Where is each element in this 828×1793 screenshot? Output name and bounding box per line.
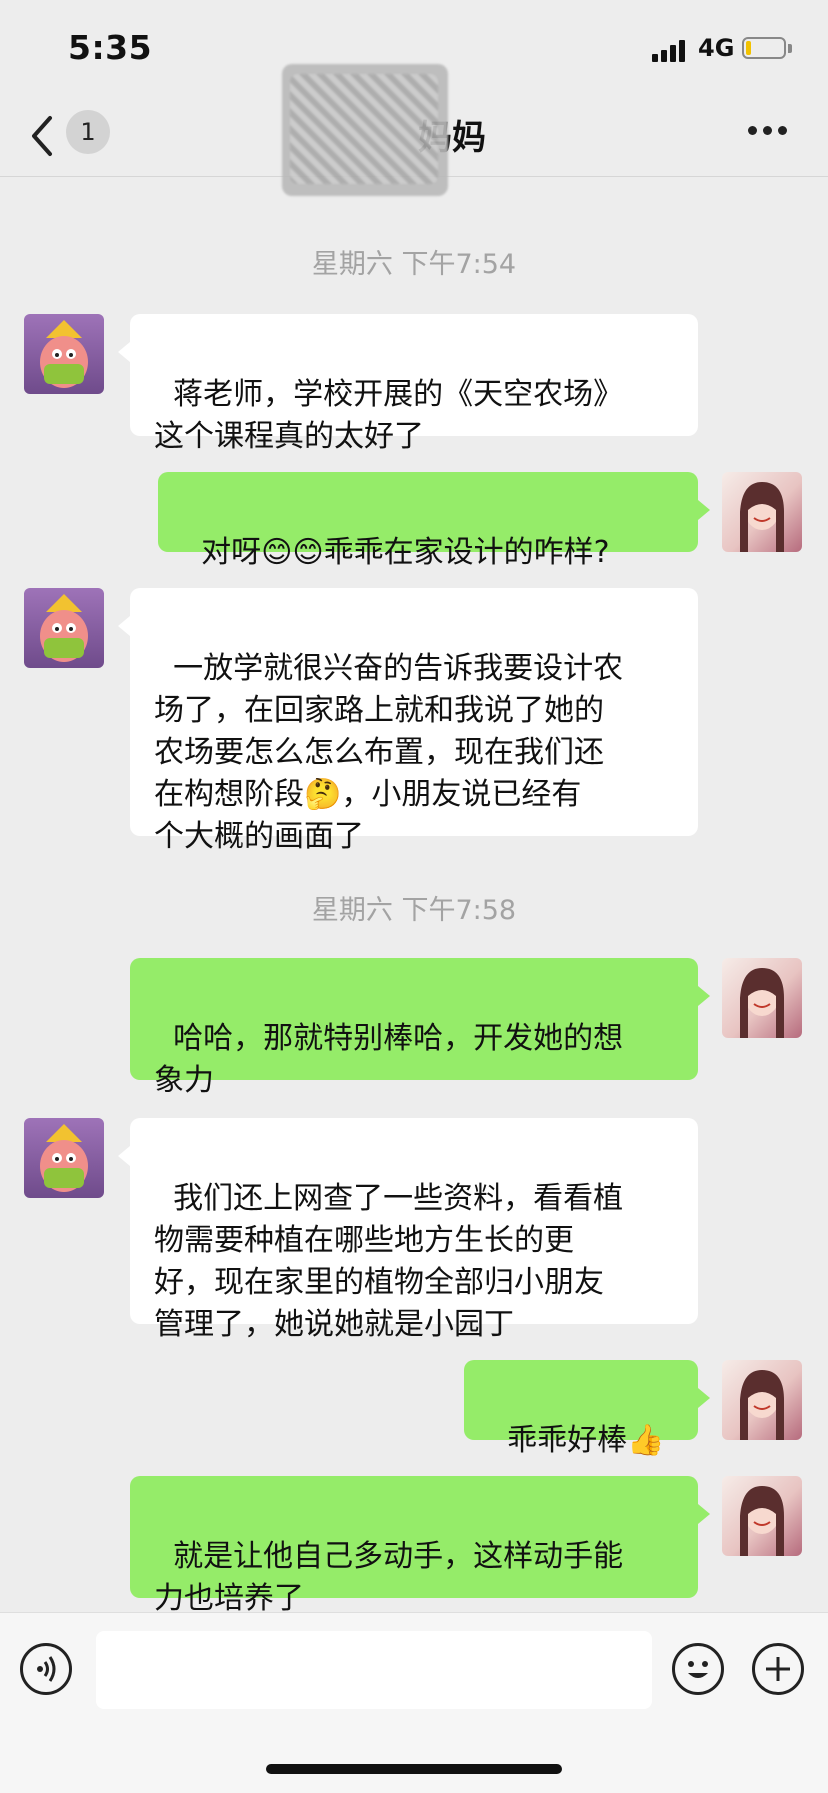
photo-avatar-icon [740, 482, 784, 552]
message-bubble-incoming[interactable]: 一放学就很兴奋的告诉我要设计农 场了，在回家路上就和我说了她的 农场要怎么怎么布… [118, 588, 698, 854]
teacher-avatar[interactable] [722, 1476, 802, 1556]
message-timestamp: 星期六 下午7:58 [311, 895, 517, 926]
teacher-avatar[interactable] [722, 958, 802, 1038]
message-text: 对呀 [201, 535, 262, 570]
message-bubble-outgoing[interactable]: 乖乖好棒👍 [464, 1360, 710, 1458]
smile-emoji: 😊😊 [261, 535, 324, 570]
message-text: 哈哈，那就特别棒哈，开发她的想 象力 [154, 1021, 624, 1098]
parent-avatar[interactable] [24, 314, 104, 394]
status-time: 5:35 [68, 28, 153, 67]
more-dots-icon[interactable] [748, 126, 788, 138]
signal-icon [652, 40, 688, 62]
thinking-emoji: 🤔 [304, 777, 342, 812]
redacted-name-blur [282, 64, 448, 196]
voice-icon[interactable] [20, 1643, 72, 1695]
message-bubble-outgoing[interactable]: 哈哈，那就特别棒哈，开发她的想 象力 [130, 958, 710, 1098]
message-bubble-outgoing[interactable]: 就是让他自己多动手，这样动手能 力也培养了 [130, 1476, 710, 1616]
cartoon-avatar-icon [40, 1124, 88, 1192]
photo-avatar-icon [740, 1486, 784, 1556]
parent-avatar[interactable] [24, 1118, 104, 1198]
cartoon-avatar-icon [40, 320, 88, 388]
battery-tip [788, 44, 792, 53]
network-type: 4G [698, 34, 735, 62]
battery-icon [742, 37, 786, 59]
message-input[interactable] [96, 1631, 652, 1709]
message-text: 蒋老师，学校开展的《天空农场》 这个课程真的太好了 [154, 377, 624, 454]
photo-avatar-icon [740, 968, 784, 1038]
message-timestamp: 星期六 下午7:54 [311, 249, 517, 280]
message-text: 乖乖好棒 [507, 1423, 628, 1458]
thumbs-up-emoji: 👍 [627, 1423, 665, 1458]
message-text: 我们还上网查了一些资料，看看植 物需要种植在哪些地方生长的更 好，现在家里的植物… [154, 1181, 624, 1342]
message-text: 就是让他自己多动手，这样动手能 力也培养了 [154, 1539, 624, 1616]
message-text: 乖乖在家设计的咋样? [323, 535, 610, 570]
chat-header: 1 妈妈 [0, 64, 828, 196]
message-bubble-incoming[interactable]: 我们还上网查了一些资料，看看植 物需要种植在哪些地方生长的更 好，现在家里的植物… [118, 1118, 698, 1342]
teacher-avatar[interactable] [722, 472, 802, 552]
parent-avatar[interactable] [24, 588, 104, 668]
smiley-icon[interactable] [672, 1643, 724, 1695]
message-bubble-outgoing[interactable]: 对呀😊😊乖乖在家设计的咋样? [158, 472, 710, 570]
cartoon-avatar-icon [40, 594, 88, 662]
message-bubble-incoming[interactable]: 蒋老师，学校开展的《天空农场》 这个课程真的太好了 [118, 314, 698, 454]
teacher-avatar[interactable] [722, 1360, 802, 1440]
plus-icon[interactable] [752, 1643, 804, 1695]
photo-avatar-icon [740, 1370, 784, 1440]
home-indicator[interactable] [266, 1764, 562, 1774]
